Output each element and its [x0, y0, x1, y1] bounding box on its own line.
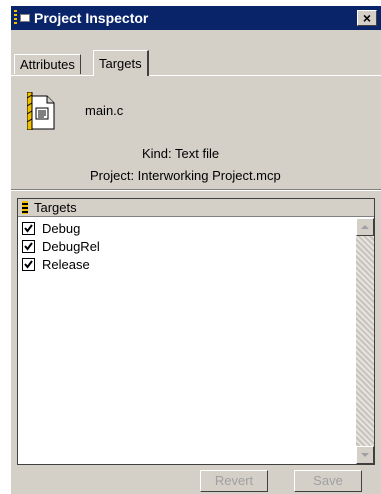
tab-targets[interactable]: Targets: [93, 50, 149, 76]
section-divider: [11, 189, 381, 191]
file-name: main.c: [85, 103, 124, 118]
checkmark-icon: [24, 242, 33, 251]
file-project: Project: Interworking Project.mcp: [90, 168, 281, 183]
scroll-up-button[interactable]: [356, 218, 374, 236]
debug-checkbox[interactable]: [22, 222, 35, 235]
release-checkbox[interactable]: [22, 258, 35, 271]
checkmark-icon: [24, 224, 33, 233]
debugrel-checkbox[interactable]: [22, 240, 35, 253]
arrow-down-icon: [361, 453, 369, 457]
targets-header-label: Targets: [34, 200, 77, 215]
drag-grip-icon[interactable]: [14, 10, 17, 26]
targets-list-header[interactable]: Targets: [18, 199, 374, 217]
scroll-down-button[interactable]: [356, 446, 374, 464]
project-inspector-window: Project Inspector × Attributes Targets m…: [11, 6, 381, 494]
target-label: Debug: [42, 221, 81, 236]
target-label: Release: [42, 257, 90, 272]
vertical-scrollbar[interactable]: [356, 218, 374, 464]
tab-attributes[interactable]: Attributes: [14, 54, 81, 74]
title-bar[interactable]: Project Inspector ×: [11, 6, 381, 30]
save-button[interactable]: Save: [294, 470, 362, 492]
target-label: DebugRel: [42, 239, 100, 254]
window-icon: [20, 14, 30, 22]
tab-divider: [11, 75, 381, 76]
close-button[interactable]: ×: [357, 10, 377, 26]
targets-list: Targets Debug DebugRel Release: [17, 198, 375, 465]
window-title: Project Inspector: [34, 10, 149, 26]
file-kind: Kind: Text file: [142, 146, 220, 161]
checkmark-icon: [24, 260, 33, 269]
source-file-icon: [26, 91, 55, 131]
column-grip-icon: [22, 201, 28, 214]
arrow-up-icon: [361, 225, 369, 229]
revert-button[interactable]: Revert: [200, 470, 268, 492]
